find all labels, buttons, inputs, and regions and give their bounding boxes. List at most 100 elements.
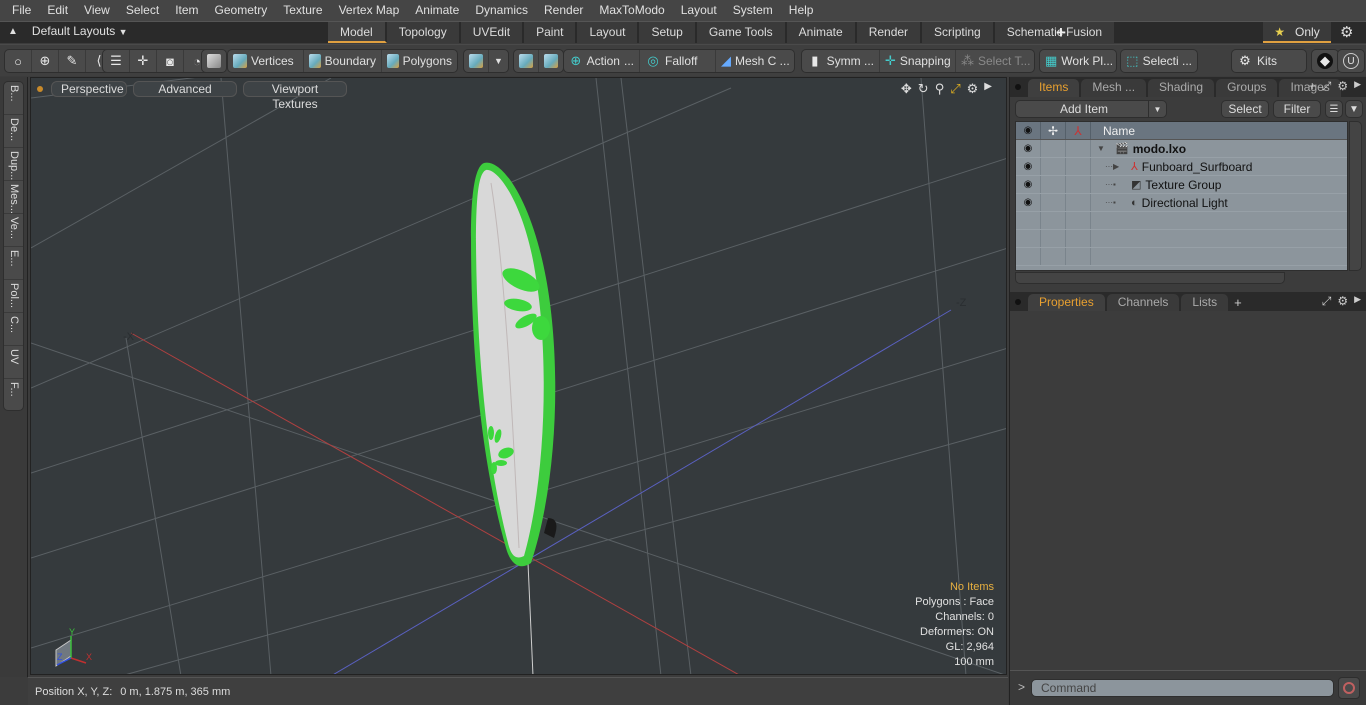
- tab-groups[interactable]: Groups: [1216, 79, 1278, 97]
- menu-maxtomodo[interactable]: MaxToModo: [591, 0, 672, 21]
- left-tool-tab[interactable]: Pol...: [4, 280, 23, 313]
- add-item-button[interactable]: Add Item ▼: [1015, 100, 1167, 118]
- tab-game-tools[interactable]: Game Tools: [696, 22, 787, 43]
- menu-select[interactable]: Select: [118, 0, 167, 21]
- pan-icon[interactable]: ✥: [901, 81, 912, 97]
- maximize-icon[interactable]: ⤢: [950, 81, 960, 97]
- mode-dropdown-button[interactable]: ▼: [489, 50, 508, 72]
- axis-column-header[interactable]: ⅄: [1066, 122, 1091, 139]
- tree-row[interactable]: ◉ ▼ 🎬 modo.lxo: [1016, 140, 1347, 158]
- left-tool-tab[interactable]: C...: [4, 313, 23, 346]
- tab-lists[interactable]: Lists: [1181, 294, 1229, 312]
- add-layout-tab-button[interactable]: +: [1056, 23, 1066, 43]
- expand-arrow-icon[interactable]: ▶: [1354, 294, 1361, 309]
- maximize-icon[interactable]: ⤢: [1322, 79, 1332, 94]
- circle-select-button[interactable]: ○: [5, 50, 32, 72]
- viewport-textures-button[interactable]: Viewport Textures: [243, 81, 347, 111]
- menu-dynamics[interactable]: Dynamics: [467, 0, 536, 21]
- tab-items[interactable]: Items: [1028, 79, 1080, 97]
- menu-animate[interactable]: Animate: [407, 0, 467, 21]
- tab-render[interactable]: Render: [856, 22, 923, 43]
- boundary-button[interactable]: Boundary: [304, 50, 382, 72]
- tab-model[interactable]: Model: [328, 22, 387, 43]
- shading-mode-button[interactable]: Advanced: [133, 81, 237, 97]
- filter-button[interactable]: Filter: [1273, 100, 1321, 118]
- add-tab-icon[interactable]: +: [1234, 295, 1242, 310]
- visibility-toggle[interactable]: ◉: [1016, 176, 1041, 193]
- menu-help[interactable]: Help: [781, 0, 822, 21]
- kits-button[interactable]: ⚙ Kits: [1232, 50, 1306, 72]
- layout-up-icon[interactable]: ▲: [8, 26, 18, 37]
- gear-icon[interactable]: ⚙: [1340, 23, 1353, 41]
- tree-item[interactable]: ▼ 🎬 modo.lxo: [1091, 140, 1186, 157]
- mesh-constraint-button[interactable]: ◢ Mesh C ...: [716, 50, 794, 72]
- left-tool-tab[interactable]: UV: [4, 346, 23, 379]
- pen-button[interactable]: ✎: [59, 50, 86, 72]
- menu-geometry[interactable]: Geometry: [207, 0, 276, 21]
- rotate-icon[interactable]: ↻: [918, 81, 929, 97]
- gear-icon[interactable]: ⚙: [1337, 79, 1348, 94]
- command-input[interactable]: Command: [1031, 679, 1334, 697]
- selection-sets-button[interactable]: ⬚ Selecti ...: [1121, 50, 1197, 72]
- expand-icon[interactable]: ···▶: [1105, 162, 1127, 171]
- left-tool-tab[interactable]: Dup...: [4, 148, 23, 181]
- pivot-button-1[interactable]: [514, 50, 539, 72]
- lock-cell[interactable]: [1041, 140, 1066, 157]
- gear-icon[interactable]: ⚙: [1337, 294, 1348, 309]
- menu-layout[interactable]: Layout: [673, 0, 725, 21]
- tab-properties[interactable]: Properties: [1028, 294, 1105, 312]
- left-tool-tab[interactable]: E...: [4, 247, 23, 280]
- axis-cell[interactable]: [1066, 194, 1091, 211]
- panel-dot[interactable]: [1015, 299, 1021, 305]
- lock-cell[interactable]: [1041, 176, 1066, 193]
- left-tool-tab[interactable]: B...: [4, 82, 23, 115]
- record-macro-button[interactable]: [1338, 677, 1360, 699]
- panel-dot[interactable]: [1015, 84, 1021, 90]
- tree-item[interactable]: ···▶ ⅄ Funboard_Surfboard: [1091, 158, 1252, 175]
- scene-canvas[interactable]: -X -Z Y X Z: [31, 78, 1007, 675]
- left-tool-tab[interactable]: F...: [4, 379, 23, 412]
- menu-file[interactable]: File: [4, 0, 39, 21]
- material-mode-button[interactable]: [464, 50, 489, 72]
- menu-vertex-map[interactable]: Vertex Map: [331, 0, 408, 21]
- menu-view[interactable]: View: [76, 0, 118, 21]
- only-button[interactable]: ★ Only: [1263, 22, 1331, 43]
- visibility-toggle[interactable]: ◉: [1016, 194, 1041, 211]
- modo-cube-button[interactable]: ◆: [1312, 50, 1338, 72]
- name-column-header[interactable]: Name: [1091, 122, 1347, 139]
- 3d-viewport[interactable]: -X -Z Y X Z Perspective Advanced Viewpor…: [30, 77, 1007, 675]
- lock-column-header[interactable]: ✢: [1041, 122, 1066, 139]
- tree-item[interactable]: ···▪ ◩ Texture Group: [1091, 176, 1221, 193]
- axis-cell[interactable]: [1066, 158, 1091, 175]
- list-options-button[interactable]: ☰: [1325, 100, 1343, 118]
- maximize-icon[interactable]: ⤢: [1322, 294, 1332, 309]
- falloff-button[interactable]: ◎ Falloff: [640, 50, 716, 72]
- tree-horizontal-scrollbar[interactable]: [1015, 272, 1285, 284]
- axis-cell[interactable]: [1066, 140, 1091, 157]
- lock-cell[interactable]: [1041, 158, 1066, 175]
- gear-icon[interactable]: ⚙: [967, 81, 979, 97]
- select-through-button[interactable]: ⁂ Select T...: [956, 50, 1034, 72]
- add-tab-icon[interactable]: +: [1309, 79, 1316, 94]
- visibility-toggle[interactable]: ◉: [1016, 140, 1041, 157]
- tree-row[interactable]: ◉ ···▪ ◩ Texture Group: [1016, 176, 1347, 194]
- menu-system[interactable]: System: [725, 0, 781, 21]
- unreal-button[interactable]: U: [1338, 50, 1364, 72]
- chevron-down-icon[interactable]: ▼: [1148, 101, 1166, 117]
- menu-texture[interactable]: Texture: [275, 0, 330, 21]
- vertices-button[interactable]: Vertices: [228, 50, 304, 72]
- item-mode-button[interactable]: [202, 50, 226, 72]
- tab-layout[interactable]: Layout: [577, 22, 640, 43]
- polygons-button[interactable]: Polygons: [382, 50, 457, 72]
- layout-selector[interactable]: ▲ Default Layouts ▼: [8, 24, 128, 38]
- visibility-column-header[interactable]: ◉: [1016, 122, 1041, 139]
- work-plane-button[interactable]: ▦ Work Pl...: [1040, 50, 1116, 72]
- tree-row[interactable]: ◉ ···▶ ⅄ Funboard_Surfboard: [1016, 158, 1347, 176]
- tree-item[interactable]: ···▪ ◐ Directional Light: [1091, 194, 1228, 211]
- surfboard-model[interactable]: [471, 162, 557, 567]
- tab-animate[interactable]: Animate: [786, 22, 857, 43]
- pivot-button-2[interactable]: [539, 50, 563, 72]
- left-tool-tab[interactable]: De...: [4, 115, 23, 148]
- left-tool-tab[interactable]: Ve...: [4, 214, 23, 247]
- action-center-button[interactable]: ⊕ Action...: [564, 50, 640, 72]
